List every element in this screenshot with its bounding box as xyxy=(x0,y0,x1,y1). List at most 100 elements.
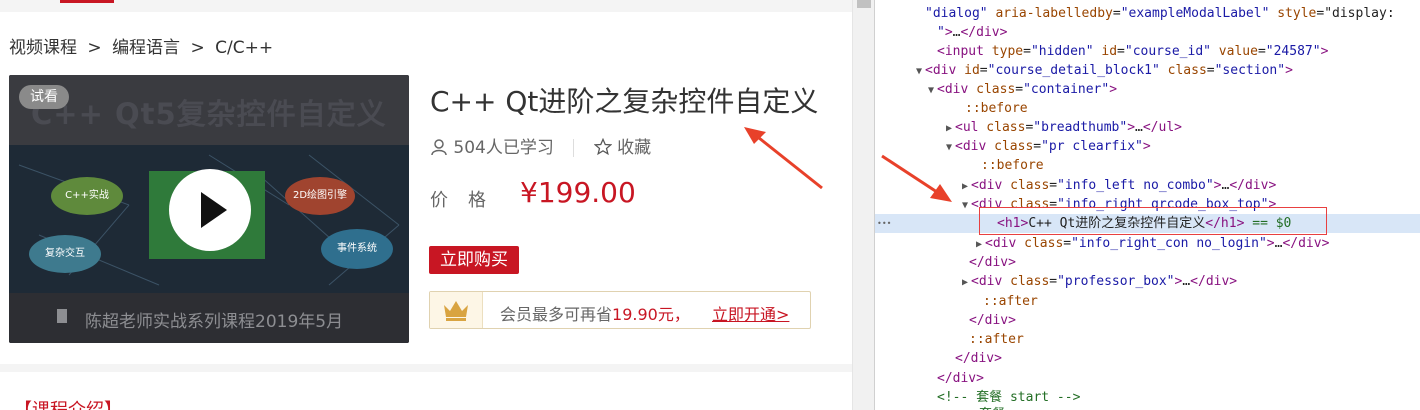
code-token-tag: </div> xyxy=(937,371,984,386)
vip-activate-link[interactable]: 立即开通> xyxy=(712,301,789,325)
expand-triangle-icon[interactable]: ▼ xyxy=(925,81,937,100)
code-token-tag: <input xyxy=(937,44,984,59)
breadcrumb: 视频课程 > 编程语言 > C/C++ xyxy=(9,33,273,58)
code-token-tag: </div> xyxy=(1282,236,1330,251)
code-token-attr: class xyxy=(1002,274,1050,289)
vip-icon-box xyxy=(430,292,483,328)
selected-element-highlight xyxy=(979,207,1327,235)
code-token-txt: = xyxy=(1049,274,1058,289)
annotation-arrow-devtools xyxy=(881,154,952,202)
page-scrollbar[interactable] xyxy=(852,0,875,410)
course-meta: 504人已学习 收藏 xyxy=(430,133,651,158)
code-token-val: "professor_box" xyxy=(1057,274,1175,289)
dom-node-line[interactable]: ▶ <ul class="breadthumb">…</ul> xyxy=(875,118,1420,137)
code-token-txt: = xyxy=(1063,236,1072,251)
code-token-val: "breadthumb" xyxy=(1033,120,1128,135)
code-token-val: "course_id" xyxy=(1124,44,1211,59)
code-token-attr: class xyxy=(968,82,1016,97)
code-token-val: "hidden" xyxy=(1030,44,1094,59)
crown-icon xyxy=(444,301,468,321)
thumbnail-title: C++ Qt5复杂控件自定义 xyxy=(31,97,387,131)
breadcrumb-item-video-courses[interactable]: 视频课程 xyxy=(9,33,77,58)
code-token-attr: style xyxy=(1269,6,1317,21)
bubble-2d-engine: 2D绘图引擎 xyxy=(285,177,355,215)
code-token-txt: … xyxy=(1135,120,1143,135)
dom-node-line[interactable]: 套餐 xyxy=(875,405,1420,410)
breadcrumb-separator: > xyxy=(190,38,205,58)
code-token-tag: > xyxy=(1266,236,1275,251)
code-token-txt: = xyxy=(979,63,988,78)
breadcrumb-item-c-cpp[interactable]: C/C++ xyxy=(215,38,273,58)
collapse-triangle-icon[interactable]: ▶ xyxy=(959,177,971,196)
code-token-tag: <div xyxy=(955,139,987,154)
vip-savings-amount: 19.90元， xyxy=(612,305,690,324)
thumbnail-footer-text: 陈超老师实战系列课程2019年5月 xyxy=(59,307,343,332)
code-token-tag: </div> xyxy=(955,351,1002,366)
course-intro-card xyxy=(0,372,852,410)
code-token-val: "pr clearfix" xyxy=(1041,139,1143,154)
scrollbar-thumb[interactable] xyxy=(857,0,871,8)
dom-node-line[interactable]: </div> xyxy=(875,369,1420,388)
dom-node-line[interactable]: </div> xyxy=(875,311,1420,330)
collapse-triangle-icon[interactable]: ▶ xyxy=(959,273,971,292)
code-token-txt: = xyxy=(1033,139,1042,154)
dom-node-line[interactable]: ::after xyxy=(875,292,1420,311)
dom-node-line[interactable]: ::after xyxy=(875,330,1420,349)
code-token-tag: <div xyxy=(937,82,969,97)
price-value: ¥199.00 xyxy=(520,176,636,209)
favorite-button[interactable]: 收藏 xyxy=(593,137,651,158)
dom-node-line[interactable]: ▼ <div class="container"> xyxy=(875,80,1420,99)
code-token-pseudo: ::after xyxy=(983,294,1038,309)
code-token-attr: class xyxy=(1016,236,1064,251)
breadcrumb-item-programming-languages[interactable]: 编程语言 xyxy=(112,33,180,58)
dom-node-line[interactable]: ::before xyxy=(875,99,1420,118)
code-token-txt: = xyxy=(1206,63,1215,78)
price-label: 价格 xyxy=(430,190,506,211)
trial-badge: 试看 xyxy=(19,85,69,109)
code-token-tag: </div> xyxy=(969,313,1016,328)
bubble-event-system: 事件系统 xyxy=(321,229,393,269)
dom-node-line[interactable]: ">…</div> xyxy=(875,23,1420,42)
vip-savings-prefix: 会员最多可再省 xyxy=(500,305,613,324)
code-token-tag: </div> xyxy=(960,25,1008,40)
dom-node-line[interactable]: ▶ <div class="professor_box">…</div> xyxy=(875,272,1420,291)
dom-node-line[interactable]: <input type="hidden" id="course_id" valu… xyxy=(875,42,1420,61)
code-token-tag: <div xyxy=(971,178,1003,193)
play-button[interactable] xyxy=(169,169,251,251)
code-token-tag: <ul xyxy=(955,120,979,135)
dom-node-line[interactable]: ▼ <div id="course_detail_block1" class="s… xyxy=(875,61,1420,80)
code-token-tag: </div> xyxy=(1229,178,1277,193)
course-video-thumbnail[interactable]: C++ Qt5复杂控件自定义 C++实战 2D绘图引擎 复杂交互 事件系统 试看 xyxy=(9,75,409,343)
code-token-pseudo: ::before xyxy=(965,101,1028,116)
code-token-attr: class xyxy=(1159,63,1207,78)
code-token-val: "section" xyxy=(1214,63,1286,78)
vip-banner: 会员最多可再省19.90元， 立即开通> xyxy=(429,291,811,329)
collapse-triangle-icon[interactable]: ▶ xyxy=(973,235,985,254)
expand-triangle-icon[interactable]: ▼ xyxy=(913,62,925,81)
code-token-val: "info_right_con no_login" xyxy=(1071,236,1267,251)
dom-node-line[interactable]: </div> xyxy=(875,253,1420,272)
breadcrumb-separator: > xyxy=(87,38,102,58)
expand-triangle-icon[interactable]: ▼ xyxy=(959,196,971,215)
collapse-triangle-icon[interactable]: ▶ xyxy=(943,119,955,138)
code-token-tag: <div xyxy=(985,236,1017,251)
play-icon xyxy=(201,192,227,228)
top-strip xyxy=(0,0,852,12)
dom-node-line[interactable]: </div> xyxy=(875,349,1420,368)
course-intro-heading: 【课程介绍】 xyxy=(14,396,122,410)
code-token-txt: ="display: xyxy=(1316,6,1395,21)
nav-active-indicator xyxy=(60,0,114,3)
more-options-icon[interactable]: ••• xyxy=(877,214,891,233)
code-token-pseudo: ::before xyxy=(981,158,1044,173)
dom-node-line[interactable]: ▶ <div class="info_right_con no_login">…<… xyxy=(875,234,1420,253)
course-title: C++ Qt进阶之复杂控件自定义 xyxy=(430,85,819,118)
bubble-complex-interaction: 复杂交互 xyxy=(29,235,101,273)
code-token-val: "dialog" xyxy=(925,6,988,21)
buy-now-button[interactable]: 立即购买 xyxy=(429,246,519,274)
code-token-tag: > xyxy=(944,25,953,40)
code-token-attr: value xyxy=(1210,44,1258,59)
code-token-val: "course_detail_block1" xyxy=(987,63,1160,78)
code-token-txt: = xyxy=(1257,44,1266,59)
code-token-val: "exampleModalLabel" xyxy=(1120,6,1270,21)
dom-node-line[interactable]: "dialog" aria-labelledby="exampleModalLa… xyxy=(875,4,1420,23)
